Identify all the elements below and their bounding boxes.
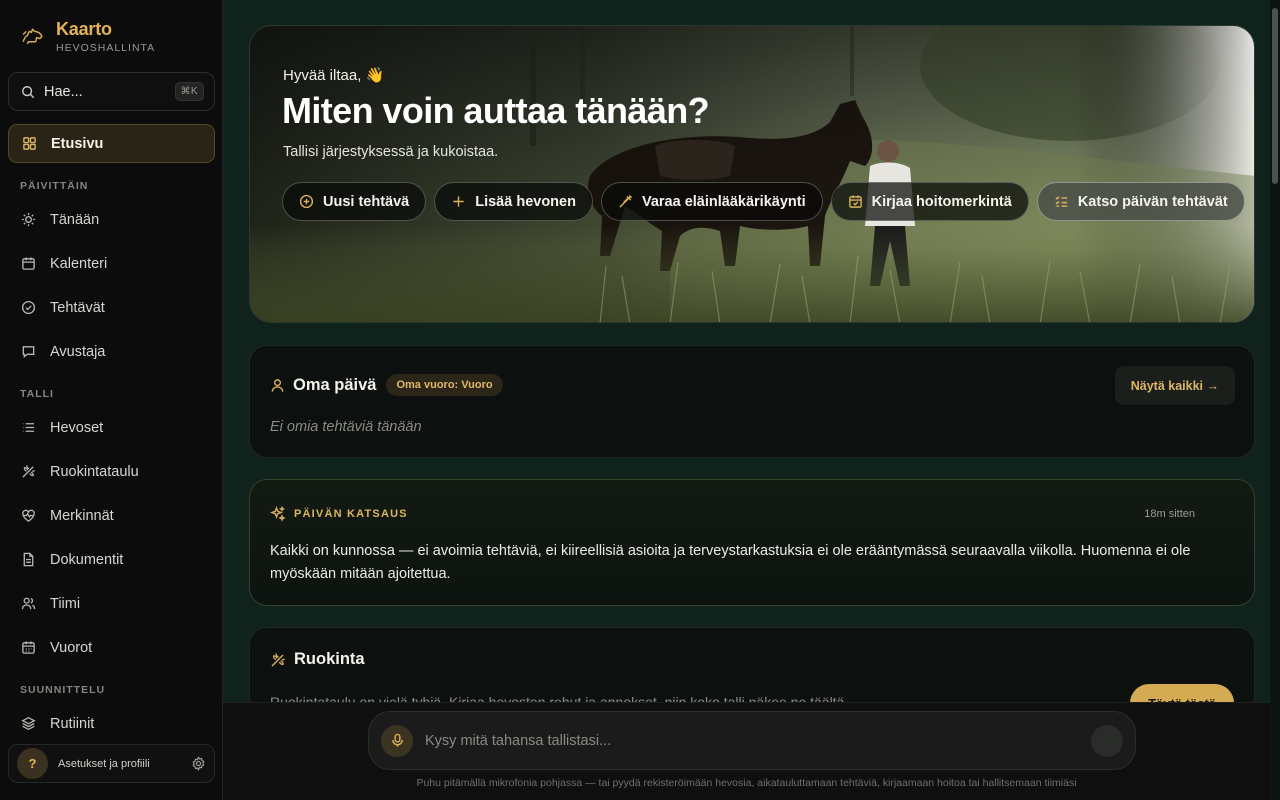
add-horse-label: Lisää hevonen	[475, 193, 576, 210]
list-icon	[21, 420, 36, 435]
my-day-title: Oma päivä	[293, 375, 377, 394]
sidebar-item-label: Dokumentit	[50, 551, 124, 568]
sidebar-item-label: Ruokintataulu	[50, 463, 139, 480]
book-vet-label: Varaa eläinlääkärikäynti	[641, 193, 806, 210]
sidebar-item-home[interactable]: Etusivu	[8, 124, 215, 163]
greeting-text: Hyvää iltaa, 👋	[283, 67, 385, 84]
log-care-button[interactable]: Kirjaa hoitomerkintä	[830, 182, 1029, 221]
sidebar-item-label: Etusivu	[51, 135, 104, 152]
avatar: ?	[17, 748, 48, 779]
scrollbar-thumb[interactable]	[1272, 8, 1278, 184]
feeding-header: Ruokinta	[270, 650, 365, 669]
log-care-label: Kirjaa hoitomerkintä	[871, 193, 1012, 210]
gear-icon[interactable]	[191, 756, 206, 771]
grid-icon	[22, 136, 37, 151]
layers-icon	[21, 716, 36, 731]
app-name: Kaarto	[56, 19, 112, 39]
calendar-icon	[21, 256, 36, 271]
main-content: Hyvää iltaa, 👋 Miten voin auttaa tänään?…	[223, 0, 1270, 800]
nav-section-planning: SUUNNITTELU	[20, 684, 106, 696]
sidebar-item-tasks[interactable]: Tehtävät	[8, 288, 215, 327]
show-all-button[interactable]: Näytä kaikki →	[1114, 366, 1235, 405]
composer-box	[368, 711, 1136, 770]
microphone-icon	[391, 733, 403, 747]
list-check-icon	[1054, 194, 1069, 209]
user-icon	[270, 378, 285, 393]
feeding-title: Ruokinta	[294, 650, 365, 668]
microphone-button[interactable]	[381, 724, 413, 757]
sidebar-item-label: Vuorot	[50, 639, 93, 656]
profile-label: Asetukset ja profiili	[58, 757, 150, 770]
add-horse-button[interactable]: Lisää hevonen	[434, 182, 593, 221]
chat-bubble-icon	[21, 344, 36, 359]
my-day-header: Oma päivä Oma vuoro: Vuoro	[270, 374, 503, 396]
nav-section-stable: TALLI	[20, 388, 54, 400]
ask-input[interactable]	[425, 732, 1091, 749]
hero-title: Miten voin auttaa tänään?	[282, 90, 710, 131]
search-box[interactable]: Hae... ⌘K	[8, 72, 215, 111]
sidebar-item-routines[interactable]: Rutiinit	[8, 704, 215, 743]
insight-timestamp: 18m sitten	[1144, 508, 1195, 520]
hero-banner: Hyvää iltaa, 👋 Miten voin auttaa tänään?…	[249, 25, 1255, 323]
sidebar-item-label: Rutiinit	[50, 715, 95, 732]
check-circle-icon	[21, 300, 36, 315]
sidebar-item-label: Tiimi	[50, 595, 81, 612]
sidebar-item-calendar[interactable]: Kalenteri	[8, 244, 215, 283]
calendar-check-icon	[848, 194, 863, 209]
view-daily-tasks-button[interactable]: Katso päivän tehtävät	[1036, 182, 1245, 221]
document-icon	[21, 552, 36, 567]
send-button[interactable]	[1091, 724, 1123, 757]
sidebar-item-feeding[interactable]: Ruokintataulu	[8, 452, 215, 491]
calendar-days-icon	[21, 640, 36, 655]
sidebar-item-notes[interactable]: Merkinnät	[8, 496, 215, 535]
sidebar: Kaarto HEVOSHALLINTA Hae... ⌘K Etusivu P…	[0, 0, 223, 800]
app-subtitle: HEVOSHALLINTA	[56, 42, 156, 54]
view-daily-tasks-label: Katso päivän tehtävät	[1077, 193, 1228, 210]
sidebar-item-today[interactable]: Tänään	[8, 200, 215, 239]
my-day-card: Oma päivä Oma vuoro: Vuoro Näytä kaikki …	[249, 345, 1255, 458]
sidebar-item-documents[interactable]: Dokumentit	[8, 540, 215, 579]
sidebar-item-assistant[interactable]: Avustaja	[8, 332, 215, 371]
syringe-icon	[618, 194, 633, 209]
sparkles-icon	[270, 506, 286, 522]
sidebar-item-label: Tänään	[50, 211, 100, 228]
wheat-icon	[270, 652, 286, 668]
profile-settings-button[interactable]: ? Asetukset ja profiili	[8, 744, 215, 783]
new-task-button[interactable]: Uusi tehtävä	[282, 182, 427, 221]
book-vet-button[interactable]: Varaa eläinlääkärikäynti	[600, 182, 823, 221]
sun-icon	[21, 212, 36, 227]
sidebar-item-label: Hevoset	[50, 419, 104, 436]
search-input[interactable]: Hae...	[44, 84, 175, 100]
sidebar-item-label: Tehtävät	[50, 299, 105, 316]
composer-hint: Puhu pitämällä mikrofonia pohjassa — tai…	[416, 777, 1077, 789]
sidebar-item-team[interactable]: Tiimi	[8, 584, 215, 623]
search-shortcut: ⌘K	[174, 82, 204, 101]
sidebar-item-label: Avustaja	[50, 343, 106, 360]
insight-header: PÄIVÄN KATSAUS	[270, 506, 408, 522]
horse-logo-icon	[20, 23, 45, 48]
hero-subtitle: Tallisi järjestyksessä ja kukoistaa.	[283, 144, 499, 160]
brand[interactable]: Kaarto HEVOSHALLINTA	[20, 18, 155, 54]
empty-tasks-note: Ei omia tehtäviä tänään	[270, 419, 422, 435]
hero-photo	[250, 26, 1254, 322]
sidebar-item-label: Kalenteri	[50, 255, 108, 272]
plus-icon	[451, 194, 466, 209]
shift-badge: Oma vuoro: Vuoro	[386, 374, 503, 396]
new-task-label: Uusi tehtävä	[323, 193, 410, 210]
sidebar-item-shifts[interactable]: Vuorot	[8, 628, 215, 667]
sidebar-item-label: Merkinnät	[50, 507, 114, 524]
assistant-composer: Puhu pitämällä mikrofonia pohjassa — tai…	[223, 702, 1270, 800]
nav-section-daily: PÄIVITTÄIN	[20, 180, 89, 192]
daily-insight-card: PÄIVÄN KATSAUS 18m sitten Kaikki on kunn…	[249, 479, 1255, 606]
heart-pulse-icon	[21, 508, 36, 523]
search-icon	[21, 85, 35, 99]
plus-circle-icon	[299, 194, 314, 209]
users-icon	[21, 596, 36, 611]
wheat-icon	[21, 464, 36, 479]
insight-text: Kaikki on kunnossa — ei avoimia tehtäviä…	[270, 543, 1191, 582]
insight-label: PÄIVÄN KATSAUS	[294, 508, 408, 520]
sidebar-item-horses[interactable]: Hevoset	[8, 408, 215, 447]
quick-actions: Uusi tehtävä Lisää hevonen Varaa eläinlä…	[282, 182, 1245, 221]
